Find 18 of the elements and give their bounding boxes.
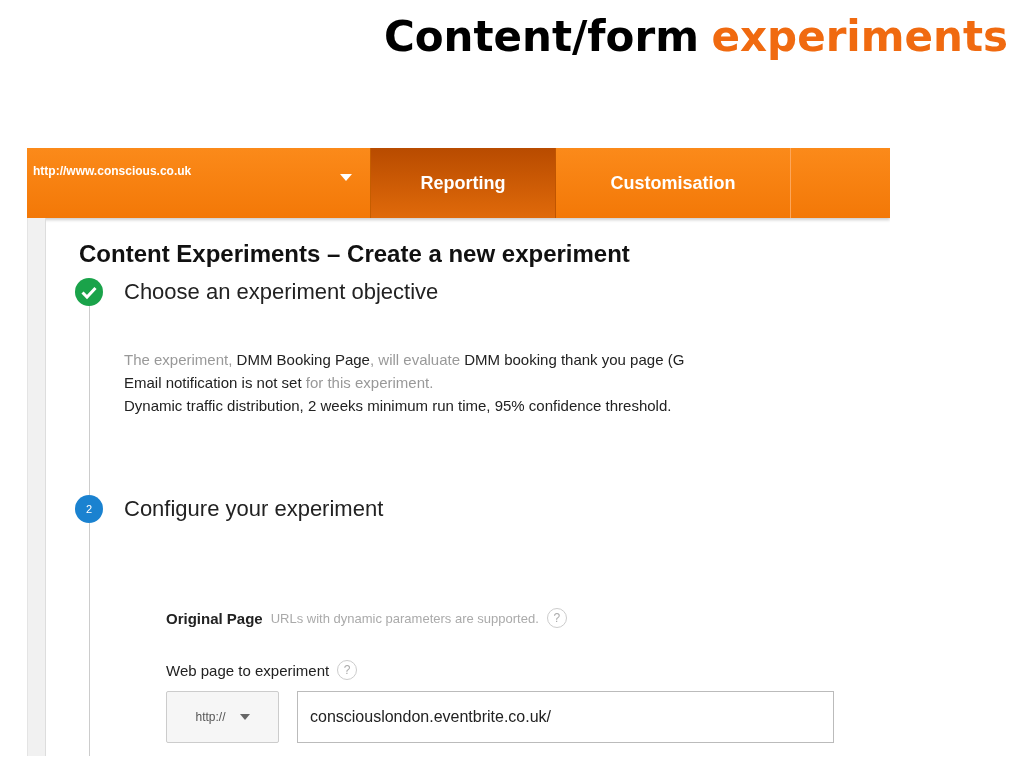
hint-text: URLs with dynamic parameters are supported. <box>270 610 539 626</box>
section-label: Original Page <box>166 609 263 627</box>
step-title: Configure your experiment <box>124 495 385 523</box>
caret-icon <box>239 714 250 720</box>
nav-tab[interactable]: Reporting <box>371 148 556 218</box>
summary-text: Dynamic traffic distribution, 2 weeks minimum run time, 95% confidence threshold. <box>124 396 673 416</box>
nav-tab[interactable]: Customisation <box>556 148 791 218</box>
slide-title: Content/form experiments <box>382 11 1009 63</box>
summary-text: The experiment, DMM Booking Page, will evaluate DMM booking thank you page (G <box>124 350 686 370</box>
protocol-dropdown[interactable]: http:// <box>166 691 279 743</box>
caret-icon <box>340 174 352 181</box>
summary-text: Email notification is not set for this experiment. <box>124 373 435 393</box>
url-input[interactable]: consciouslondon.eventbrite.co.uk/ <box>297 691 834 743</box>
check-circle-icon <box>75 278 103 306</box>
step-number: 2 <box>75 495 103 523</box>
field-label: Web page to experiment <box>166 661 330 679</box>
step-title: Choose an experiment objective <box>124 278 440 306</box>
page-heading: Content Experiments – Create a new experiment <box>78 239 631 269</box>
